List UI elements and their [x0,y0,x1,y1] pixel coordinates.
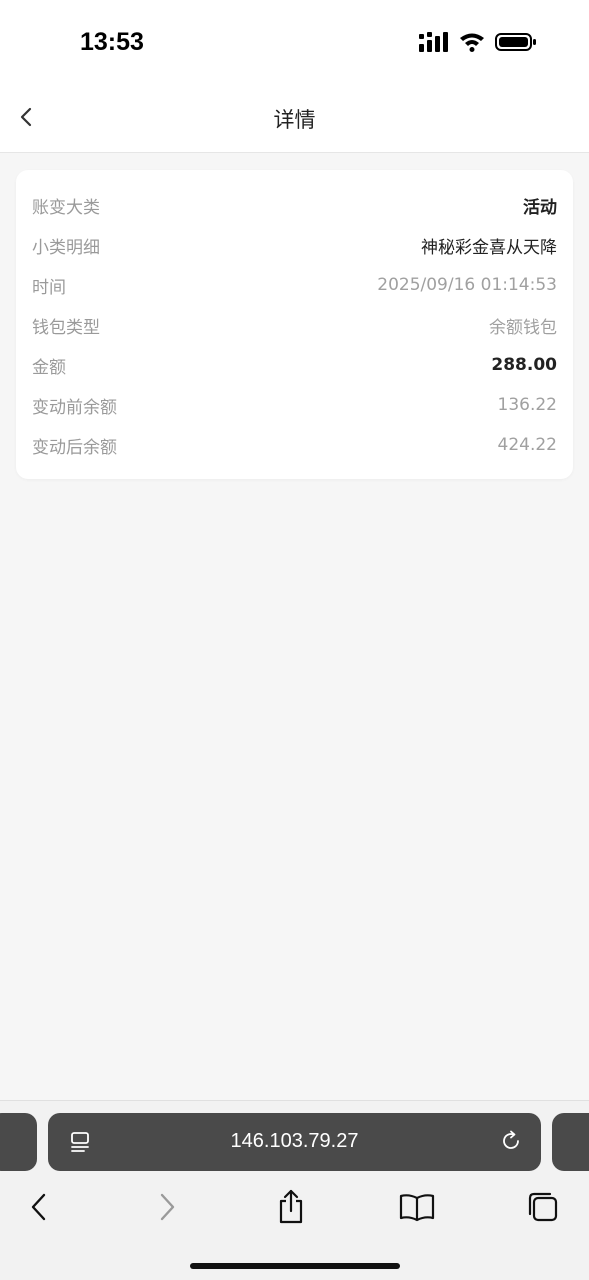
tabs-icon [528,1192,558,1222]
reload-icon[interactable] [499,1129,523,1157]
page-title: 详情 [273,108,316,132]
battery-icon [495,32,537,56]
row-value: 余额钱包 [489,317,557,338]
url-text[interactable]: 146.103.79.27 [48,1130,541,1153]
next-tab-peek[interactable] [552,1113,589,1171]
row-label: 时间 [32,277,66,298]
status-icons [419,32,537,56]
url-bar[interactable]: 146.103.79.27 [48,1113,541,1171]
row-value: 神秘彩金喜从天降 [421,237,557,258]
status-bar: 13:53 [0,0,589,84]
previous-tab-peek[interactable] [0,1113,37,1171]
cellular-signal-icon [419,32,449,56]
browser-toolbar: 146.103.79.27 [0,1100,589,1280]
detail-card: 账变大类 活动 小类明细 神秘彩金喜从天降 时间 2025/09/16 01:1… [16,170,573,479]
row-label: 小类明细 [32,237,100,258]
bookmarks-button[interactable] [399,1189,435,1225]
row-value: 136.22 [497,395,557,415]
header: 详情 [0,84,589,153]
detail-row-subcategory: 小类明细 神秘彩金喜从天降 [32,225,557,265]
browser-back-button[interactable] [21,1189,57,1225]
tabs-button[interactable] [525,1189,561,1225]
forward-icon [160,1193,175,1221]
detail-row-category: 账变大类 活动 [32,185,557,225]
detail-row-time: 时间 2025/09/16 01:14:53 [32,265,557,305]
row-value: 424.22 [497,435,557,455]
share-button[interactable] [273,1189,309,1225]
detail-row-amount: 金额 288.00 [32,345,557,385]
bookmarks-icon [399,1194,435,1222]
row-value: 活动 [523,197,557,218]
row-label: 变动后余额 [32,437,117,458]
row-label: 变动前余额 [32,397,117,418]
share-icon [279,1189,303,1224]
row-label: 金额 [32,357,66,378]
detail-row-balance-after: 变动后余额 424.22 [32,425,557,465]
row-value: 288.00 [491,355,557,375]
back-icon [31,1193,46,1221]
wifi-icon [459,32,485,56]
row-label: 账变大类 [32,197,100,218]
detail-row-wallet-type: 钱包类型 余额钱包 [32,305,557,345]
browser-forward-button[interactable] [149,1189,185,1225]
row-value: 2025/09/16 01:14:53 [377,275,557,295]
home-indicator [190,1263,400,1269]
row-label: 钱包类型 [32,317,100,338]
status-time: 13:53 [80,28,144,56]
detail-row-balance-before: 变动前余额 136.22 [32,385,557,425]
